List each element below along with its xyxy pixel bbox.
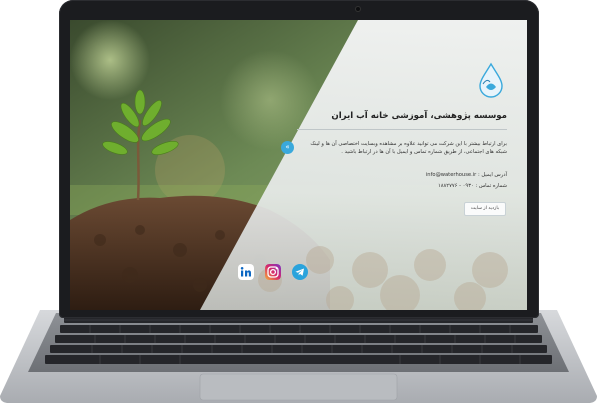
laptop-screen: موسسه پژوهشی، آموزشی خانه آب ایران برای … — [70, 20, 527, 310]
phone-row: شماره تماس : ۰۹۳۰ - ۱۸۸۲۷۷۶ — [302, 183, 507, 189]
visit-site-button[interactable]: بازدید از سایت — [463, 202, 506, 216]
laptop-device: موسسه پژوهشی، آموزشی خانه آب ایران برای … — [0, 0, 597, 409]
email-label: آدرس ایمیل : — [477, 172, 507, 178]
contact-description: برای ارتباط بیشتر با این شرکت می توانید … — [310, 141, 507, 155]
email-link[interactable]: info@waterhouse.ir — [426, 172, 476, 178]
phone-label: شماره تماس : — [475, 183, 507, 189]
telegram-icon[interactable] — [292, 264, 308, 280]
company-info: موسسه پژوهشی، آموزشی خانه آب ایران برای … — [297, 20, 517, 310]
double-chevron-left-icon[interactable]: « — [281, 141, 294, 154]
divider — [297, 129, 507, 130]
email-row: آدرس ایمیل : info@waterhouse.ir — [302, 172, 507, 178]
phone-link[interactable]: ۰۹۳۰ - ۱۸۸۲۷۷۶ — [438, 183, 474, 189]
camera-icon — [356, 7, 360, 11]
page-title: موسسه پژوهشی، آموزشی خانه آب ایران — [331, 111, 507, 121]
instagram-icon[interactable] — [265, 264, 281, 280]
water-drop-logo-icon — [479, 62, 503, 98]
laptop-base — [0, 310, 597, 403]
linkedin-icon[interactable] — [238, 264, 254, 280]
